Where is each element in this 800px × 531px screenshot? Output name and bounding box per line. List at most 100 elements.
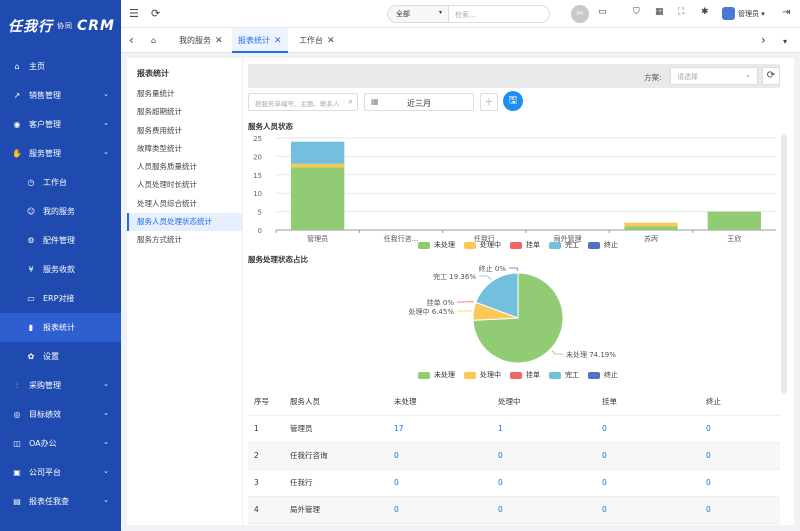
column-header[interactable]: 序号 [248, 388, 284, 416]
pie-label-line [509, 267, 519, 272]
scheme-toolbar: 方案: 请选择 ⌄ ⟳ [248, 64, 780, 88]
plugin-icon[interactable]: ✱ [701, 7, 709, 17]
scheme-select[interactable]: 请选择 ⌄ [670, 67, 758, 85]
close-icon[interactable]: ✕ [215, 36, 223, 46]
sidebar-item[interactable]: ◉ 客户管理 ⌄ [0, 110, 121, 139]
tab-report-stats[interactable]: 报表统计 ✕ [232, 28, 288, 53]
refresh-icon[interactable]: ⟳ [151, 7, 160, 20]
table-cell[interactable]: 0 [596, 442, 700, 470]
logout-icon[interactable]: ⇥ [782, 7, 790, 18]
tab-my-service[interactable]: 我的服务 ✕ [173, 28, 229, 53]
sidebar-item[interactable]: ✿ 设置 [0, 342, 121, 371]
sidebar-item-label: 报表任我查 [29, 497, 69, 506]
save-button[interactable]: 🖫 [503, 91, 523, 111]
shield-icon[interactable]: ⛉ [633, 7, 640, 17]
tabs-menu-icon[interactable]: ▾ [783, 37, 787, 46]
table-cell[interactable]: 0 [492, 469, 596, 497]
table-cell[interactable]: 0 [700, 469, 780, 497]
legend-item[interactable]: 终止 [588, 240, 618, 250]
report-nav-item[interactable]: 故障类型统计 [127, 140, 242, 158]
menu-toggle-icon[interactable]: ☰ [129, 7, 139, 20]
legend-item[interactable]: 处理中 [464, 240, 501, 250]
report-nav-item[interactable]: 服务量统计 [127, 85, 242, 103]
report-nav-item[interactable]: 服务方式统计 [127, 231, 242, 249]
table-cell[interactable]: 0 [388, 442, 492, 470]
chevron-down-icon: ▾ [438, 9, 442, 16]
date-range-picker[interactable]: ▦ 近三月 [364, 93, 474, 111]
legend-item[interactable]: 挂单 [510, 370, 540, 380]
sidebar-item[interactable]: ✋ 服务管理 ⌄ [0, 139, 121, 168]
legend-item[interactable]: 终止 [588, 370, 618, 380]
legend-swatch [549, 241, 561, 249]
tab-home[interactable]: ⌂ [145, 28, 162, 53]
y-tick-label: 0 [258, 227, 262, 235]
report-nav-item[interactable]: 人员服务质量统计 [127, 158, 242, 176]
report-nav-item[interactable]: 处理人员综合统计 [127, 195, 242, 213]
sidebar-item-label: OA办公 [29, 439, 57, 448]
report-nav-title: 报表统计 [137, 69, 169, 78]
table-cell[interactable]: 0 [388, 469, 492, 497]
legend-item[interactable]: 处理中 [464, 370, 501, 380]
sidebar-item[interactable]: ⌂ 主页 [0, 52, 121, 81]
tabs-prev-icon[interactable]: ‹ [129, 33, 134, 47]
table-cell[interactable]: 17 [388, 415, 492, 443]
legend-item[interactable]: 未处理 [418, 240, 455, 250]
table-cell[interactable]: 0 [700, 415, 780, 443]
table-cell[interactable]: 0 [700, 496, 780, 524]
add-filter-button[interactable]: + [480, 93, 498, 111]
brand-logo[interactable]: 任我行 协同 CRM [0, 0, 121, 52]
table-cell[interactable]: 1 [492, 415, 596, 443]
column-header[interactable]: 处理中 [492, 388, 596, 416]
mail-icon[interactable]: ▭ [598, 7, 607, 17]
tabs-next-icon[interactable]: › [761, 33, 766, 47]
close-icon[interactable]: ✕ [274, 36, 282, 46]
user-menu[interactable]: 管理员 ▾ [738, 9, 765, 19]
table-cell: 3 [248, 469, 284, 497]
table-cell[interactable]: 0 [596, 496, 700, 524]
table-cell[interactable]: 0 [700, 442, 780, 470]
sidebar-item[interactable]: ▣ 公司平台 ⌄ [0, 458, 121, 487]
sidebar-item[interactable]: ▮ 报表统计 [0, 313, 121, 342]
sidebar-item[interactable]: ◫ OA办公 ⌄ [0, 429, 121, 458]
scope-select[interactable]: 全部 ▾ [387, 5, 449, 23]
legend-item[interactable]: 完工 [549, 370, 579, 380]
sidebar-item[interactable]: ¥ 服务收款 [0, 255, 121, 284]
report-nav-item[interactable]: 人员处理时长统计 [127, 176, 242, 194]
column-header[interactable]: 未处理 [388, 388, 492, 416]
legend-item[interactable]: 挂单 [510, 240, 540, 250]
report-nav-item[interactable]: 服务人员处理状态统计 [127, 213, 242, 232]
column-header[interactable]: 终止 [700, 388, 780, 416]
global-search-input[interactable]: 检索... [449, 5, 550, 23]
report-nav-item[interactable]: 服务超期统计 [127, 103, 242, 121]
table-cell[interactable]: 0 [388, 496, 492, 524]
sidebar-item[interactable]: ↗ 销售管理 ⌄ [0, 81, 121, 110]
sidebar-item[interactable]: ◎ 目标绩效 ⌄ [0, 400, 121, 429]
report-nav-item[interactable]: 服务费用统计 [127, 122, 242, 140]
table-cell[interactable]: 0 [596, 415, 700, 443]
pie-label-line [479, 275, 492, 280]
sidebar-item[interactable]: ◷ 工作台 [0, 168, 121, 197]
scrollbar[interactable] [781, 134, 787, 394]
table-header-row: 序号 服务人员 未处理 处理中 挂单 终止 [248, 388, 780, 416]
sidebar-item[interactable]: ☺ 我的服务 [0, 197, 121, 226]
table-cell[interactable]: 0 [492, 496, 596, 524]
sidebar-item[interactable]: ⫶ 采购管理 ⌄ [0, 371, 121, 400]
sidebar-item[interactable]: ▤ 报表任我查 ⌄ [0, 487, 121, 516]
bar-segment [291, 167, 345, 230]
sidebar-item[interactable]: ⚙ 配件管理 [0, 226, 121, 255]
apps-grid-icon[interactable]: ▦ [655, 7, 664, 17]
legend-item[interactable]: 完工 [549, 240, 579, 250]
legend-item[interactable]: 未处理 [418, 370, 455, 380]
column-header[interactable]: 服务人员 [284, 388, 388, 416]
fullscreen-icon[interactable]: ⛶ [678, 7, 684, 17]
table-cell[interactable]: 0 [596, 469, 700, 497]
tools-icon[interactable]: ✂ [571, 5, 589, 23]
keyword-search-input[interactable]: 按服务单编号、主题、联系人 ⌕ [248, 93, 358, 111]
close-icon[interactable]: ✕ [327, 36, 335, 46]
table-cell[interactable]: 0 [492, 442, 596, 470]
column-header[interactable]: 挂单 [596, 388, 700, 416]
avatar[interactable] [722, 7, 735, 20]
tab-workbench[interactable]: 工作台 ✕ [293, 28, 341, 53]
sidebar-item[interactable]: ▭ ERP对接 [0, 284, 121, 313]
refresh-button[interactable]: ⟳ [762, 67, 780, 85]
